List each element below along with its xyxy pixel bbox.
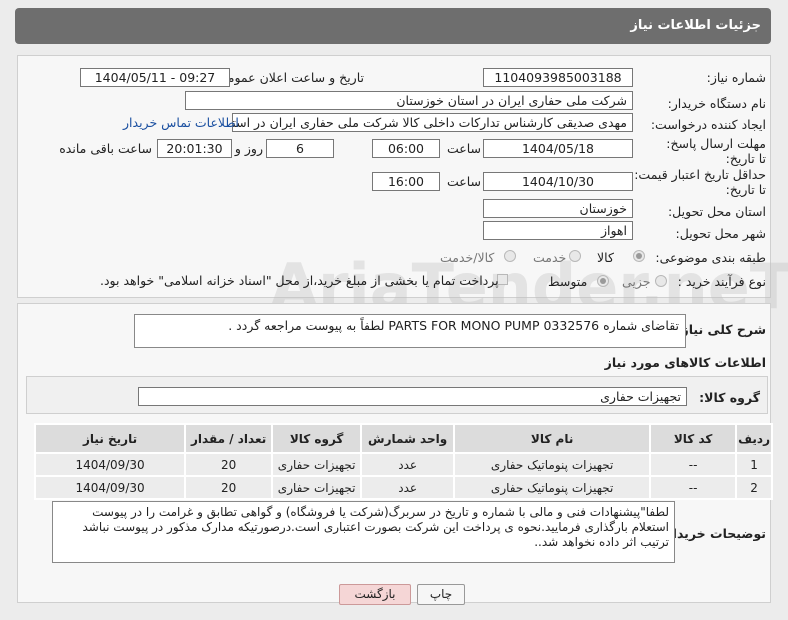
table-row: 2 -- تجهیزات پنوماتیک حفاری عدد تجهیزات … bbox=[33, 475, 773, 500]
deadline-time-label: ساعت bbox=[446, 141, 481, 156]
remaining-time-field: 20:01:30 bbox=[157, 139, 232, 158]
category-option-goods: کالا bbox=[597, 250, 614, 265]
cell-qty: 20 bbox=[184, 452, 274, 477]
validity-date-field: 1404/10/30 bbox=[483, 172, 633, 191]
items-table-wrap: ردیف کد کالا نام کالا واحد شمارش گروه کا… bbox=[33, 423, 773, 500]
category-option-goods-service: کالا/خدمت bbox=[440, 250, 495, 265]
buyer-contact-link[interactable]: اطلاعات تماس خریدار bbox=[123, 115, 239, 130]
province-field: خوزستان bbox=[483, 199, 633, 218]
validity-time-field: 16:00 bbox=[372, 172, 440, 191]
validity-time-label: ساعت bbox=[446, 174, 481, 189]
validity-label: حداقل تاریخ اعتبار قیمت: تا تاریخ: bbox=[634, 167, 766, 197]
description-label: شرح کلی نیاز: bbox=[676, 322, 766, 337]
description-textarea[interactable]: تقاضای شماره PARTS FOR MONO PUMP 0332576… bbox=[134, 314, 686, 348]
deadline-time-field: 06:00 bbox=[372, 139, 440, 158]
announce-label: تاریخ و ساعت اعلان عمومی: bbox=[213, 70, 364, 85]
category-radio-goods-service[interactable] bbox=[504, 250, 516, 262]
col-name: نام کالا bbox=[453, 423, 652, 454]
days-word: روز و bbox=[234, 141, 263, 156]
cell-code: -- bbox=[649, 452, 738, 477]
col-date: تاریخ نیاز bbox=[33, 423, 187, 454]
category-option-service: خدمت bbox=[533, 250, 567, 265]
creator-label: ایجاد کننده درخواست: bbox=[650, 117, 766, 132]
category-radio-service[interactable] bbox=[569, 250, 581, 262]
cell-row: 1 bbox=[735, 452, 773, 477]
cell-group: تجهیزات حفاری bbox=[271, 452, 363, 477]
goods-group-field: تجهیزات حفاری bbox=[138, 387, 687, 406]
col-unit: واحد شمارش bbox=[360, 423, 456, 454]
cell-qty: 20 bbox=[184, 475, 274, 500]
goods-section-title: اطلاعات کالاهای مورد نیاز bbox=[604, 355, 766, 370]
payment-note: پرداخت تمام یا بخشی از مبلغ خرید،از محل … bbox=[100, 273, 499, 288]
cell-unit: عدد bbox=[360, 452, 456, 477]
cell-group: تجهیزات حفاری bbox=[271, 475, 363, 500]
buyer-org-field: شرکت ملی حفاری ایران در استان خوزستان bbox=[185, 91, 633, 110]
back-button[interactable]: بازگشت bbox=[339, 584, 411, 605]
days-remaining-field: 6 bbox=[266, 139, 334, 158]
city-field: اهواز bbox=[483, 221, 633, 240]
category-label: طبقه بندی موضوعی: bbox=[655, 250, 766, 265]
category-radio-goods[interactable] bbox=[633, 250, 645, 262]
cell-date: 1404/09/30 bbox=[33, 475, 187, 500]
cell-name: تجهیزات پنوماتیک حفاری bbox=[453, 475, 652, 500]
province-label: استان محل تحویل: bbox=[667, 204, 766, 219]
page-header: جزئیات اطلاعات نیاز bbox=[15, 8, 771, 44]
cell-code: -- bbox=[649, 475, 738, 500]
remaining-time-label: ساعت باقی مانده bbox=[59, 141, 152, 156]
creator-field: مهدی صدیقی کارشناس تدارکات داخلی کالا شر… bbox=[232, 113, 633, 132]
col-code: کد کالا bbox=[649, 423, 738, 454]
need-number-field: 1104093985003188 bbox=[483, 68, 633, 87]
process-option-medium: متوسط bbox=[548, 274, 588, 289]
goods-group-label: گروه کالا: bbox=[699, 390, 760, 405]
buyer-org-label: نام دستگاه خریدار: bbox=[667, 96, 766, 111]
deadline-date-field: 1404/05/18 bbox=[483, 139, 633, 158]
col-row: ردیف bbox=[735, 423, 773, 454]
city-label: شهر محل تحویل: bbox=[675, 226, 766, 241]
items-table: ردیف کد کالا نام کالا واحد شمارش گروه کا… bbox=[33, 423, 773, 500]
page-title: جزئیات اطلاعات نیاز bbox=[630, 18, 761, 33]
buyer-notes-textarea[interactable]: لطفا"پیشنهادات فنی و مالی با شماره و تار… bbox=[52, 501, 675, 563]
table-row: 1 -- تجهیزات پنوماتیک حفاری عدد تجهیزات … bbox=[33, 452, 773, 477]
cell-date: 1404/09/30 bbox=[33, 452, 187, 477]
process-radio-partial[interactable] bbox=[655, 275, 667, 287]
need-number-label: شماره نیاز: bbox=[706, 70, 766, 85]
deadline-label: مهلت ارسال پاسخ: تا تاریخ: bbox=[666, 136, 766, 166]
process-radio-medium[interactable] bbox=[597, 275, 609, 287]
process-option-partial: جزیی bbox=[622, 274, 651, 289]
buyer-notes-label: توضیحات خریدار: bbox=[660, 526, 766, 541]
print-button[interactable]: چاپ bbox=[417, 584, 465, 605]
cell-row: 2 bbox=[735, 475, 773, 500]
process-label: نوع فرآیند خرید : bbox=[677, 274, 766, 289]
cell-name: تجهیزات پنوماتیک حفاری bbox=[453, 452, 652, 477]
col-group: گروه کالا bbox=[271, 423, 363, 454]
col-qty: تعداد / مقدار bbox=[184, 423, 274, 454]
cell-unit: عدد bbox=[360, 475, 456, 500]
table-header-row: ردیف کد کالا نام کالا واحد شمارش گروه کا… bbox=[33, 423, 773, 454]
announce-datetime-field: 1404/05/11 - 09:27 bbox=[80, 68, 230, 87]
